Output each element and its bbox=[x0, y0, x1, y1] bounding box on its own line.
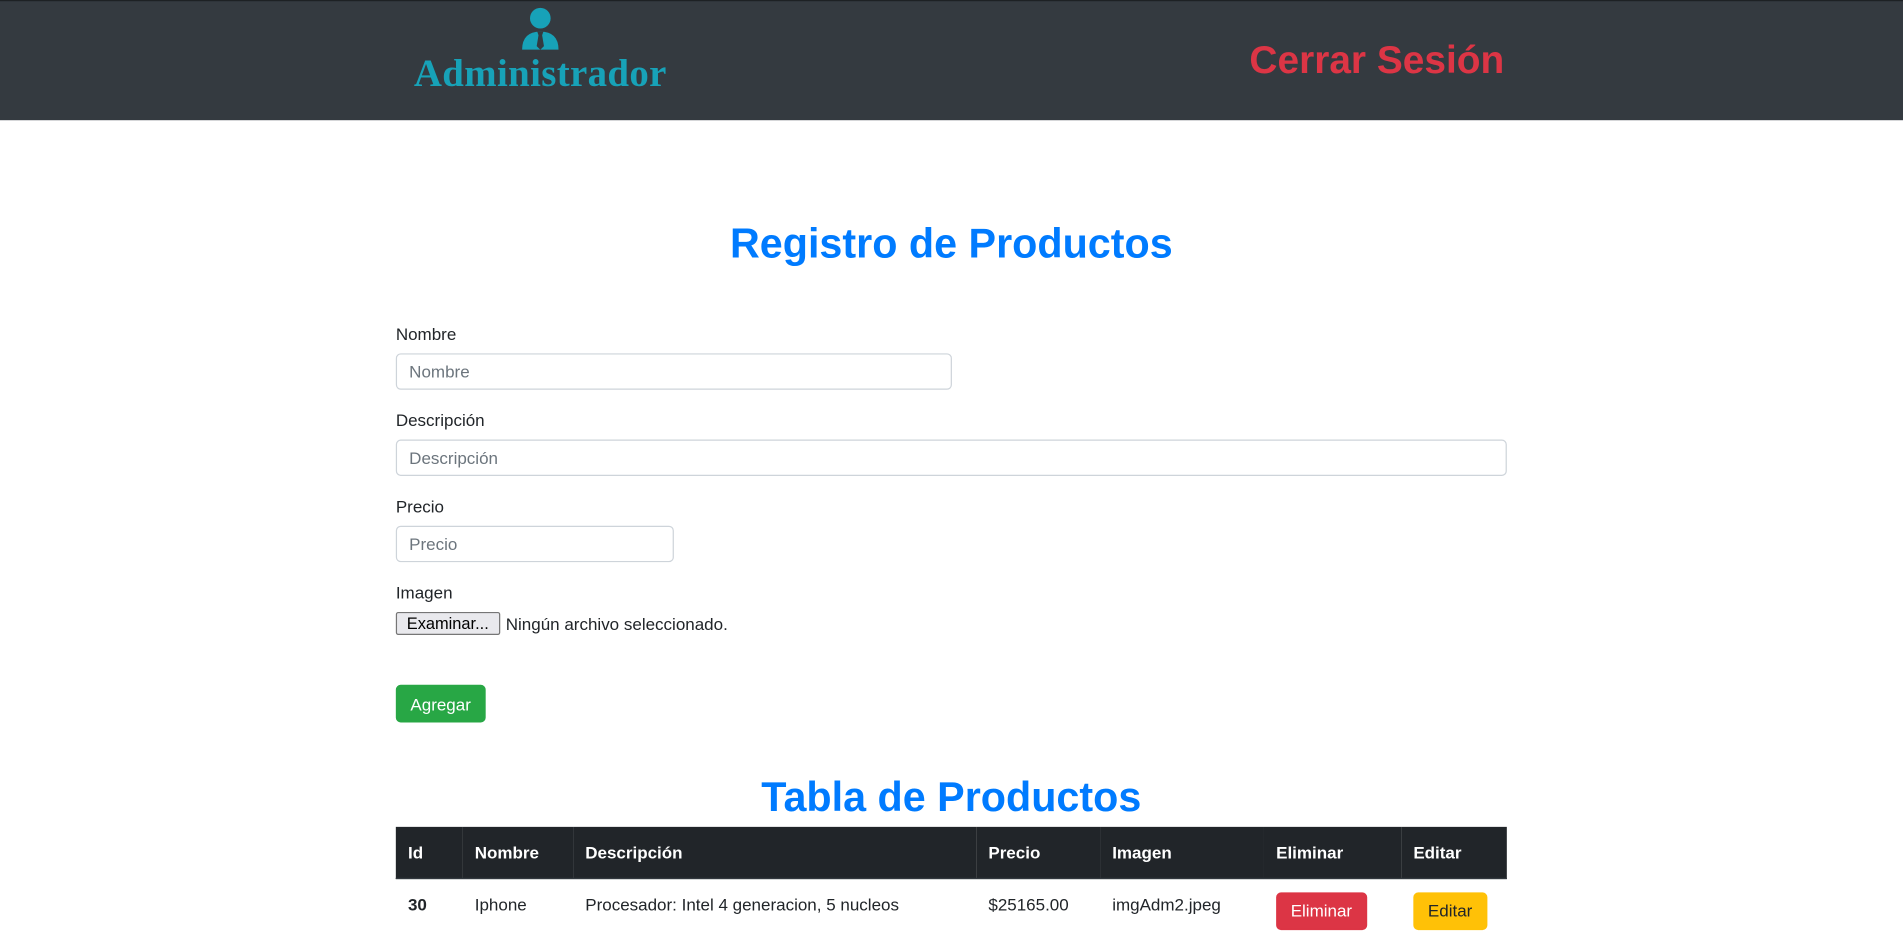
col-header-precio: Precio bbox=[976, 826, 1101, 880]
col-header-nombre: Nombre bbox=[462, 826, 574, 880]
precio-label: Precio bbox=[395, 496, 445, 517]
cell-imagen: imgAdm2.jpeg bbox=[1112, 894, 1221, 915]
col-header-eliminar: Eliminar bbox=[1263, 826, 1402, 880]
file-input: Examinar... Ningún archivo seleccionado. bbox=[395, 611, 728, 636]
descripcion-label: Descripción bbox=[395, 410, 485, 430]
top-navbar: Administrador Cerrar Sesión bbox=[0, 0, 1903, 121]
table-header-row: Id Nombre Descripción Precio Imagen Elim… bbox=[395, 826, 1507, 880]
file-status-text: Ningún archivo seleccionado. bbox=[505, 613, 728, 634]
col-header-imagen: Imagen bbox=[1100, 826, 1264, 880]
brand: Administrador bbox=[413, 6, 668, 93]
browse-file-button[interactable]: Examinar... bbox=[395, 611, 500, 636]
table-title: Tabla de Productos bbox=[761, 774, 1142, 821]
table-row: 30 Iphone Procesador: Intel 4 generacion… bbox=[396, 878, 1507, 930]
nombre-label: Nombre bbox=[395, 324, 457, 344]
cell-descripcion: Procesador: Intel 4 generacion, 5 nucleo… bbox=[585, 894, 899, 915]
products-table: Id Nombre Descripción Precio Imagen Elim… bbox=[395, 826, 1507, 930]
brand-title: Administrador bbox=[413, 50, 667, 95]
add-product-button[interactable]: Agregar bbox=[395, 684, 486, 723]
page: Administrador Cerrar Sesión Registro de … bbox=[0, 0, 1903, 938]
form-title: Registro de Productos bbox=[729, 220, 1173, 268]
cell-id: 30 bbox=[407, 894, 427, 915]
delete-button[interactable]: Eliminar bbox=[1276, 891, 1367, 930]
col-header-descripcion: Descripción bbox=[573, 826, 977, 880]
nombre-input[interactable] bbox=[395, 353, 952, 390]
precio-input[interactable] bbox=[395, 525, 674, 563]
logout-link[interactable]: Cerrar Sesión bbox=[1249, 38, 1504, 83]
cell-nombre: Iphone bbox=[474, 894, 527, 915]
descripcion-input[interactable] bbox=[395, 439, 1507, 476]
user-tie-icon bbox=[413, 6, 668, 50]
edit-button[interactable]: Editar bbox=[1413, 891, 1487, 930]
col-header-id: Id bbox=[395, 826, 463, 880]
cell-editar: Editar bbox=[1401, 878, 1507, 930]
cell-eliminar: Eliminar bbox=[1264, 878, 1401, 930]
col-header-editar: Editar bbox=[1401, 826, 1507, 880]
imagen-label: Imagen bbox=[395, 582, 453, 603]
cell-precio: $25165.00 bbox=[988, 894, 1069, 915]
